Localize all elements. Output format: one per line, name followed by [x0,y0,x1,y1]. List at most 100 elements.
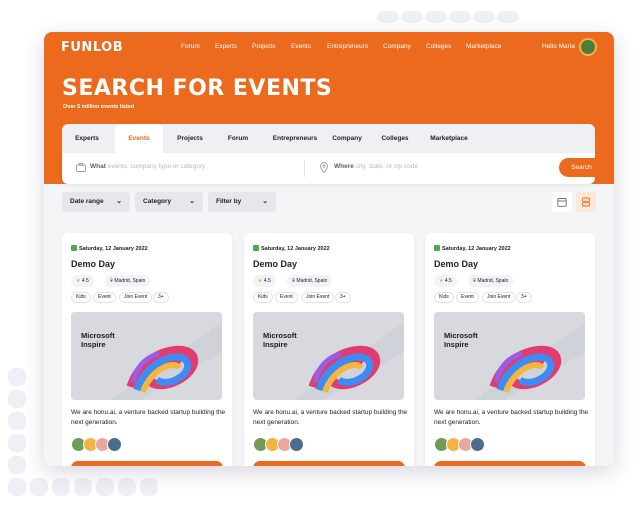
tab-experts[interactable]: Experts [62,124,112,153]
event-title[interactable]: Demo Day [434,259,478,269]
app-window: FUNLOB Forum Experts Projects Events Ent… [44,32,614,466]
event-description: We are honu.ai, a venture backed startup… [71,409,226,426]
tag-join-event[interactable]: Join Event [301,292,335,303]
event-description: We are honu.ai, a venture backed startup… [434,409,589,426]
calendar-icon [71,245,77,251]
search-button[interactable]: Search [559,158,604,177]
tab-marketplace[interactable]: Marketplace [424,124,474,153]
nav-link-entrepreneurs[interactable]: Entrepreneurs [327,43,368,50]
tag-more[interactable]: 3+ [153,292,169,303]
app-logo[interactable]: FUNLOB [61,40,123,55]
tag-more[interactable]: 3+ [516,292,532,303]
user-avatar[interactable] [579,38,597,56]
tag-kids[interactable]: Kids [253,292,273,303]
rating-badge: ★ 4.5 [71,275,94,287]
location-badge: ⌾ Madrid, Spain [105,275,151,287]
join-event-button[interactable] [71,461,223,466]
event-date: Saturday, 12 January 2022 [253,245,330,252]
tab-entrepreneurs[interactable]: Entrepreneurs [267,124,323,153]
event-banner-image: Microsoft Inspire [434,312,585,400]
date-range-dropdown[interactable]: Date range ⌄ [62,192,130,212]
tag-join-event[interactable]: Join Event [482,292,516,303]
where-label: Where [334,163,354,170]
join-event-button[interactable] [434,461,586,466]
event-description: We are honu.ai, a venture backed startup… [253,409,408,426]
tag-event[interactable]: Event [275,292,298,303]
briefcase-icon [76,163,86,172]
chevron-down-icon: ⌄ [189,198,195,205]
filter-by-label: Filter by [216,198,242,205]
where-placeholder: city, state, or zip code [355,163,419,170]
event-date-text: Saturday, 12 January 2022 [442,246,511,252]
star-icon: ★ [258,278,263,284]
tag-event[interactable]: Event [93,292,116,303]
location-text: Madrid, Spain [477,278,509,284]
tag-join-event[interactable]: Join Event [119,292,153,303]
nav-link-experts[interactable]: Experts [215,43,237,50]
event-card[interactable]: Saturday, 12 January 2022 Demo Day ★ 4.5… [62,233,232,466]
event-card[interactable]: Saturday, 12 January 2022 Demo Day ★ 4.5… [425,233,595,466]
rating-value: 4.5 [263,278,271,284]
event-banner-image: Microsoft Inspire [71,312,222,400]
what-search-input[interactable]: What events, company type or category [90,163,205,170]
nav-link-marketplace[interactable]: Marketplace [466,43,501,50]
join-event-button[interactable] [253,461,405,466]
nav-link-events[interactable]: Events [291,43,311,50]
nav-link-colleges[interactable]: Colleges [426,43,451,50]
location-pin-icon: ⌾ [473,278,477,284]
chevron-down-icon: ⌄ [116,198,122,205]
top-navbar: FUNLOB Forum Experts Projects Events Ent… [44,32,614,64]
tab-events[interactable]: Events [115,124,163,153]
event-date: Saturday, 12 January 2022 [71,245,148,252]
location-pin-icon [320,162,328,173]
event-date: Saturday, 12 January 2022 [434,245,511,252]
tag-more[interactable]: 3+ [335,292,351,303]
event-title[interactable]: Demo Day [71,259,115,269]
calendar-view-button[interactable] [552,192,572,212]
event-card[interactable]: Saturday, 12 January 2022 Demo Day ★ 4.5… [244,233,414,466]
nav-link-projects[interactable]: Projects [252,43,275,50]
microsoft-inspire-artwork [71,312,222,400]
search-divider [304,160,305,177]
category-dropdown[interactable]: Category ⌄ [135,192,203,212]
tag-event[interactable]: Event [456,292,479,303]
where-search-input[interactable]: Where city, state, or zip code [334,163,418,170]
calendar-icon [434,245,440,251]
rating-badge: ★ 4.5 [253,275,276,287]
chevron-down-icon: ⌄ [262,198,268,205]
location-text: Madrid, Spain [296,278,328,284]
list-icon [582,197,590,207]
event-banner-image: Microsoft Inspire [253,312,404,400]
attendee-avatar[interactable] [107,437,122,452]
user-greeting[interactable]: Hello Maria [542,43,575,50]
event-date-text: Saturday, 12 January 2022 [79,246,148,252]
search-bar: What events, company type or category Wh… [62,153,604,184]
list-view-button[interactable] [576,192,596,212]
tab-company[interactable]: Company [327,124,367,153]
nav-link-company[interactable]: Company [383,43,411,50]
nav-link-forum[interactable]: Forum [181,43,200,50]
filter-by-dropdown[interactable]: Filter by ⌄ [208,192,276,212]
event-title[interactable]: Demo Day [253,259,297,269]
tag-kids[interactable]: Kids [71,292,91,303]
banner-text: Microsoft Inspire [444,331,478,349]
calendar-icon [253,245,259,251]
banner-text: Microsoft Inspire [81,331,115,349]
tab-forum[interactable]: Forum [220,124,256,153]
star-icon: ★ [76,278,81,284]
category-tabs: Experts Events Projects Forum Entreprene… [62,124,595,153]
rating-value: 4.5 [81,278,89,284]
banner-text: Microsoft Inspire [263,331,297,349]
date-range-label: Date range [70,198,104,205]
attendee-avatar[interactable] [289,437,304,452]
tag-kids[interactable]: Kids [434,292,454,303]
page-subtitle: Over 5 million events listed [63,104,135,110]
attendee-avatar[interactable] [470,437,485,452]
microsoft-inspire-artwork [434,312,585,400]
what-placeholder: events, company type or category [107,163,206,170]
location-pin-icon: ⌾ [292,278,296,284]
tab-projects[interactable]: Projects [170,124,210,153]
page-title: SEARCH FOR EVENTS [62,76,333,101]
what-label: What [90,163,106,170]
tab-colleges[interactable]: Colleges [377,124,413,153]
